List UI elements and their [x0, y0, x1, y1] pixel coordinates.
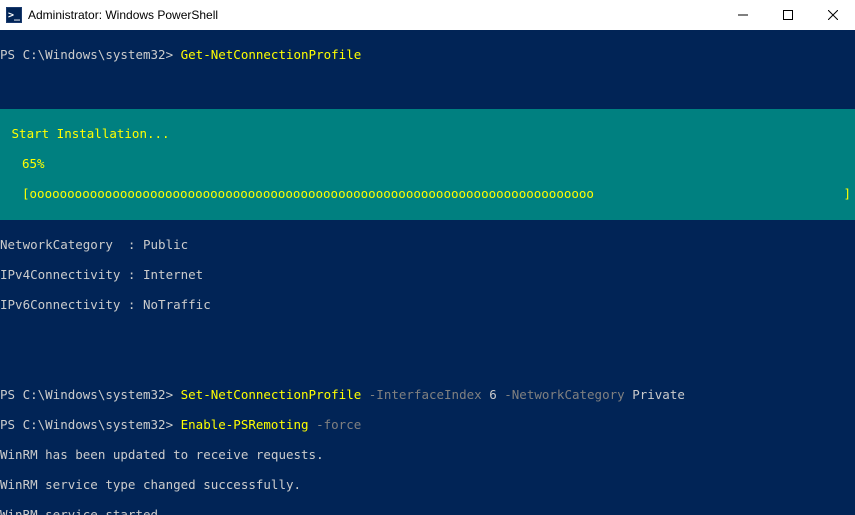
close-button[interactable]: [810, 0, 855, 30]
maximize-button[interactable]: [765, 0, 810, 30]
terminal[interactable]: PS C:\Windows\system32> Get-NetConnectio…: [0, 30, 855, 515]
window-title: Administrator: Windows PowerShell: [28, 8, 720, 22]
command: Get-NetConnectionProfile: [181, 47, 362, 62]
progress-block: Start Installation... 65% [ooooooooooooo…: [0, 109, 855, 220]
command: Set-NetConnectionProfile: [181, 387, 362, 402]
output-line: WinRM service started.: [0, 507, 855, 515]
powershell-icon: >_: [6, 7, 22, 23]
param-name: -InterfaceIndex: [361, 387, 489, 402]
output-line: IPv4Connectivity : Internet: [0, 267, 855, 282]
output-line: WinRM has been updated to receive reques…: [0, 447, 855, 462]
output-line: IPv6Connectivity : NoTraffic: [0, 297, 855, 312]
command: Enable-PSRemoting: [181, 417, 309, 432]
param-name: -force: [309, 417, 362, 432]
minimize-button[interactable]: [720, 0, 765, 30]
param-name: -NetworkCategory: [497, 387, 632, 402]
progress-label: Start Installation...: [4, 126, 851, 141]
window-controls: [720, 0, 855, 30]
progress-bar: [ooooooooooooooooooooooooooooooooooooooo…: [22, 186, 851, 201]
output-line: WinRM service type changed successfully.: [0, 477, 855, 492]
prompt: PS C:\Windows\system32>: [0, 47, 181, 62]
param-value: Private: [632, 387, 685, 402]
progress-percent: 65%: [22, 156, 851, 171]
prompt: PS C:\Windows\system32>: [0, 417, 181, 432]
output-line: NetworkCategory : Public: [0, 237, 855, 252]
prompt: PS C:\Windows\system32>: [0, 387, 181, 402]
titlebar: >_ Administrator: Windows PowerShell: [0, 0, 855, 30]
param-value: 6: [489, 387, 497, 402]
